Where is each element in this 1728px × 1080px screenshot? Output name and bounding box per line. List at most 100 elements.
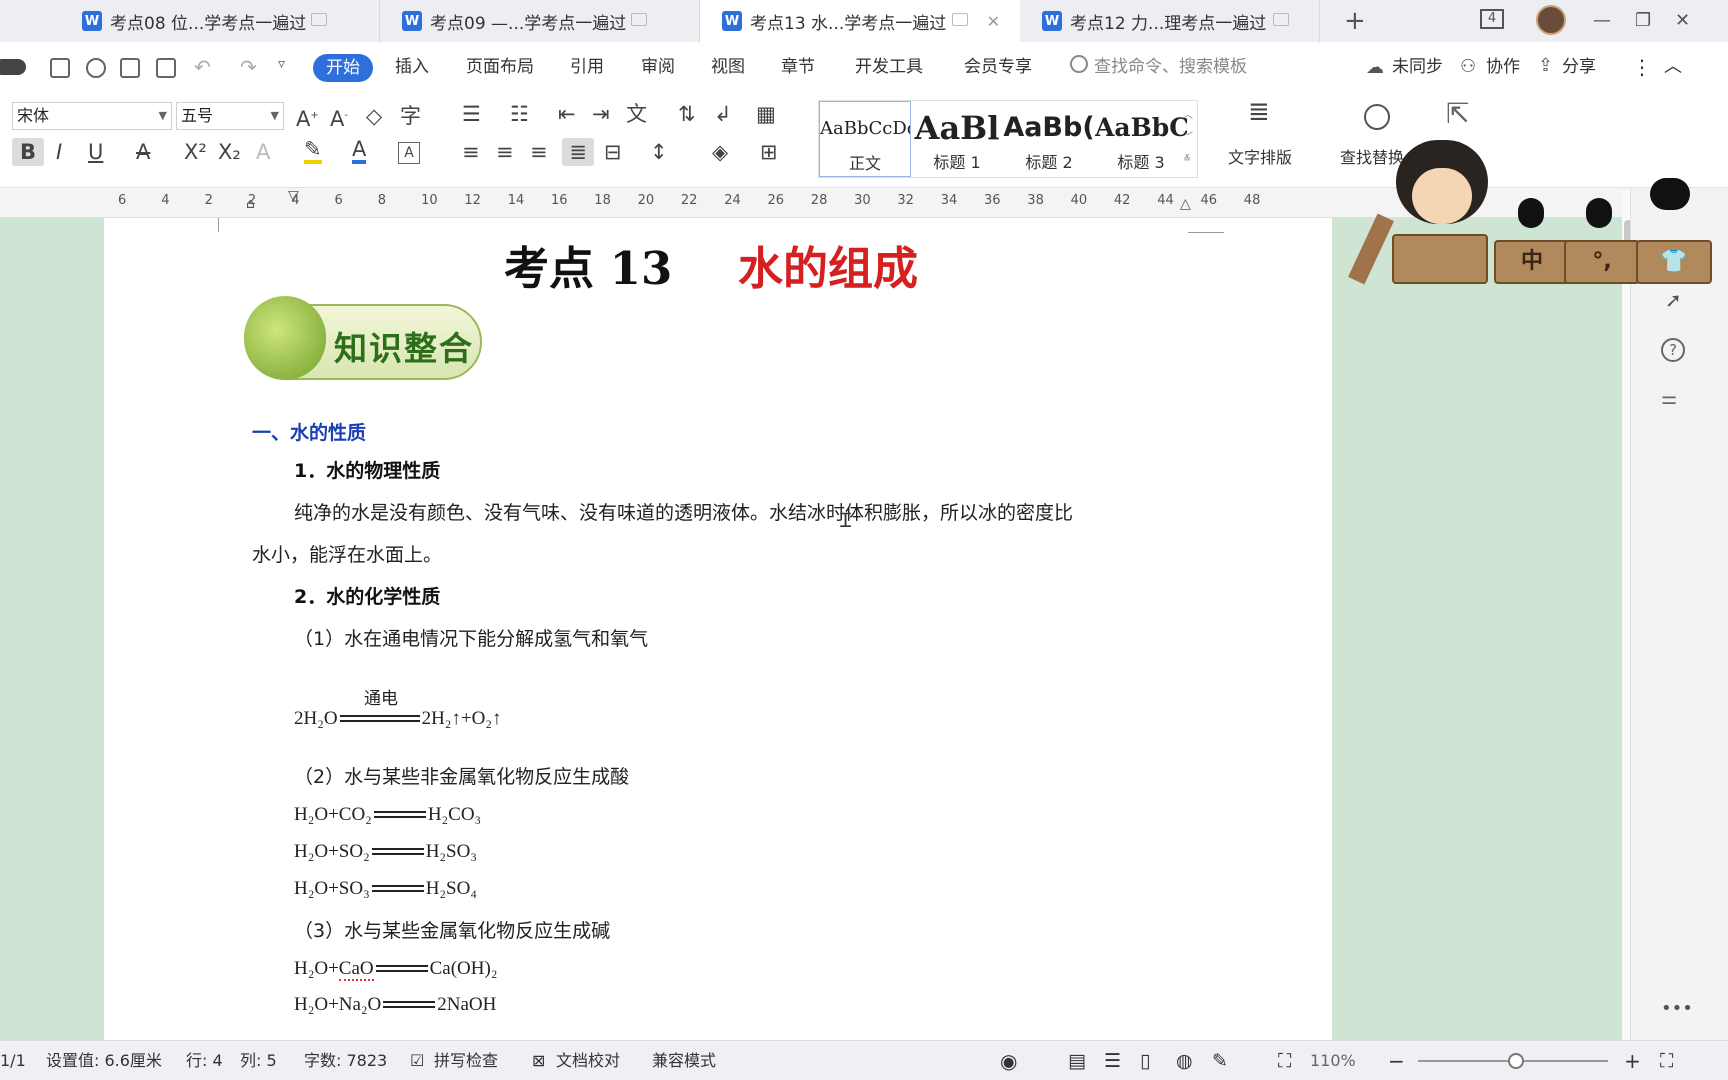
text-layout-icon[interactable]: ≣: [1248, 98, 1270, 126]
tab-pin-icon[interactable]: [631, 13, 647, 26]
new-tab-button[interactable]: +: [1344, 8, 1366, 34]
distribute-icon[interactable]: ⊟: [604, 138, 622, 166]
print-preview-icon[interactable]: [156, 58, 176, 78]
highlight-icon[interactable]: ✎: [304, 138, 322, 164]
bullet-list-icon[interactable]: ☰: [462, 100, 481, 128]
zoom-slider-handle[interactable]: [1508, 1053, 1524, 1069]
save-icon[interactable]: [50, 58, 70, 78]
read-mode-icon[interactable]: ▯: [1140, 1051, 1150, 1071]
outline-view-icon[interactable]: ☰: [1104, 1051, 1121, 1071]
style-heading-2[interactable]: AaBb( 标题 2: [1003, 101, 1095, 177]
menu-tab-member[interactable]: 会员专享: [964, 56, 1032, 78]
spell-check-button[interactable]: 拼写检查: [434, 1051, 498, 1071]
align-left-icon[interactable]: ≡: [462, 138, 480, 166]
font-color-icon[interactable]: A: [352, 138, 367, 164]
doc-tab-1[interactable]: W 考点08 位...学考点一遍过: [60, 0, 380, 42]
menu-tab-developer[interactable]: 开发工具: [855, 56, 923, 78]
superscript-button[interactable]: X²: [184, 138, 207, 166]
tab-pin-icon[interactable]: [1273, 13, 1289, 26]
numbered-list-icon[interactable]: ☷: [510, 100, 529, 128]
menu-tab-page-layout[interactable]: 页面布局: [466, 56, 534, 78]
first-line-indent-marker[interactable]: ▽: [288, 188, 299, 204]
window-count-badge[interactable]: 4: [1480, 9, 1504, 29]
char-border-icon[interactable]: A: [398, 142, 420, 164]
redo-icon[interactable]: ↷: [240, 55, 257, 79]
spell-error-word[interactable]: CaO: [338, 958, 374, 981]
subscript-button[interactable]: X₂: [218, 138, 241, 166]
user-avatar[interactable]: [1536, 5, 1566, 35]
justify-icon[interactable]: ≣: [562, 138, 594, 166]
eye-protection-icon[interactable]: ◉: [1000, 1051, 1017, 1071]
menu-tab-home[interactable]: 开始: [313, 54, 373, 82]
settings-slider-icon[interactable]: ⚌: [1661, 388, 1677, 409]
command-search-input[interactable]: 查找命令、搜索模板: [1094, 56, 1247, 78]
decrease-indent-icon[interactable]: ⇤: [558, 100, 576, 128]
text-layout-button[interactable]: 文字排版: [1228, 144, 1292, 168]
style-heading-1[interactable]: AaBl 标题 1: [911, 101, 1003, 177]
write-mode-icon[interactable]: ✎: [1212, 1051, 1228, 1071]
select-cursor-icon[interactable]: ⇱: [1446, 100, 1469, 128]
table-tools-icon[interactable]: ▦: [756, 100, 776, 128]
phonetic-guide-icon[interactable]: 字: [400, 102, 421, 130]
web-view-icon[interactable]: ◍: [1176, 1051, 1193, 1071]
zoom-level-select[interactable]: 110%: [1310, 1051, 1356, 1071]
menu-tab-references[interactable]: 引用: [570, 56, 604, 78]
italic-button[interactable]: I: [56, 138, 62, 166]
zoom-in-button[interactable]: +: [1624, 1051, 1641, 1071]
minimize-button[interactable]: —: [1593, 8, 1611, 34]
setting-value[interactable]: 设置值: 6.6厘米: [46, 1051, 162, 1071]
proofread-button[interactable]: 文档校对: [556, 1051, 620, 1071]
print-icon[interactable]: [120, 58, 140, 78]
line-spacing-icon[interactable]: ↕: [650, 138, 668, 166]
horizontal-ruler[interactable]: 6 4 2 2 4 6 8 10 12 14 16 18 20 22 24 26 28 30 32 34 36 38 40 4…: [0, 188, 1630, 218]
collapse-ribbon-icon[interactable]: ︿: [1664, 56, 1682, 78]
left-indent-marker[interactable]: ⌂: [246, 196, 255, 212]
tab-pin-icon[interactable]: [952, 13, 968, 26]
more-icon[interactable]: •••: [1661, 998, 1693, 1019]
close-window-button[interactable]: ✕: [1675, 8, 1690, 34]
menu-tab-chapter[interactable]: 章节: [781, 56, 815, 78]
style-normal[interactable]: AaBbCcDd 正文: [819, 101, 911, 177]
borders-icon[interactable]: ⊞: [760, 138, 778, 166]
doc-tab-4[interactable]: W 考点12 力...理考点一遍过: [1020, 0, 1320, 42]
page-view-icon[interactable]: ▤: [1068, 1051, 1086, 1071]
menu-tab-view[interactable]: 视图: [711, 56, 745, 78]
menu-tab-review[interactable]: 审阅: [641, 56, 675, 78]
zoom-out-button[interactable]: −: [1388, 1051, 1405, 1071]
fullscreen-icon[interactable]: ⛶: [1660, 1051, 1673, 1071]
spell-check-icon[interactable]: ☑: [410, 1051, 424, 1071]
quick-access-dropdown-icon[interactable]: ▿: [278, 56, 285, 72]
strikethrough-button[interactable]: A: [136, 138, 150, 166]
proofread-icon[interactable]: ⊠: [532, 1051, 545, 1071]
chinese-layout-icon[interactable]: 文: [626, 100, 647, 128]
doc-tab-3-active[interactable]: W 考点13 水...学考点一遍过 ✕: [700, 0, 1020, 42]
tab-pin-icon[interactable]: [311, 13, 327, 26]
find-replace-button[interactable]: 查找替换: [1340, 144, 1404, 168]
style-heading-3[interactable]: AaBbC 标题 3: [1095, 101, 1187, 177]
styles-scroll-icon[interactable]: ︿ ﹀ ≚: [1183, 105, 1193, 171]
document-page[interactable]: 考点 13 水的组成 知识整合 一、水的性质 1．水的物理性质 纯净的水是没有颜…: [104, 218, 1332, 1040]
restore-button[interactable]: ❐: [1635, 8, 1651, 34]
bold-button[interactable]: B: [12, 138, 44, 166]
sync-status-button[interactable]: 未同步: [1392, 56, 1443, 78]
shading-icon[interactable]: ◈: [712, 138, 728, 166]
collaborate-button[interactable]: 协作: [1486, 56, 1520, 78]
word-count[interactable]: 字数: 7823: [304, 1051, 387, 1071]
right-indent-marker[interactable]: △: [1180, 196, 1191, 212]
fit-page-icon[interactable]: ⛶: [1278, 1051, 1291, 1071]
menu-tab-insert[interactable]: 插入: [395, 56, 429, 78]
increase-indent-icon[interactable]: ⇥: [592, 100, 610, 128]
sort-icon[interactable]: ⇅: [678, 100, 696, 128]
tab-close-icon[interactable]: ✕: [987, 12, 1000, 31]
export-icon[interactable]: [86, 58, 106, 78]
underline-button[interactable]: U: [88, 138, 103, 166]
ime-punctuation-button[interactable]: °,: [1564, 240, 1640, 284]
font-name-select[interactable]: 宋体 ▼: [12, 102, 172, 130]
more-options-icon[interactable]: ⋮: [1632, 56, 1652, 78]
align-right-icon[interactable]: ≡: [530, 138, 548, 166]
shrink-font-icon[interactable]: A-: [330, 102, 348, 133]
text-effect-icon[interactable]: A: [256, 138, 270, 166]
sidebar-toggle-icon[interactable]: [0, 59, 26, 75]
pointer-icon[interactable]: ➚: [1665, 288, 1682, 312]
ime-chinese-mode-button[interactable]: 中: [1494, 240, 1570, 284]
